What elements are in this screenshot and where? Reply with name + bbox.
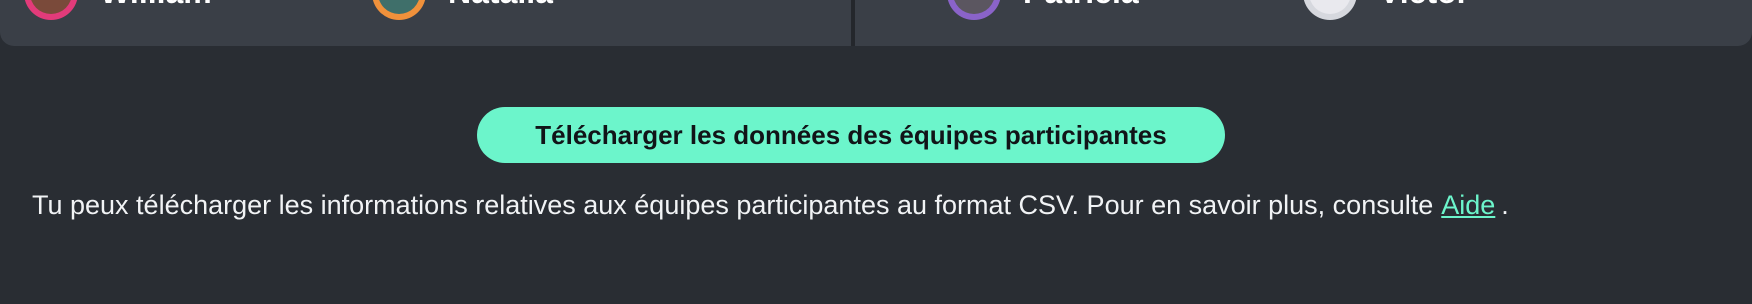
export-info: Tu peux télécharger les informations rel… [32, 188, 1732, 222]
member-name: Natalia [448, 0, 553, 8]
team-member[interactable]: Victor [1303, 0, 1469, 20]
help-link[interactable]: Aide [1441, 190, 1495, 220]
member-name: Patricia [1023, 0, 1139, 8]
team-card-right: Patricia Victor [855, 0, 1752, 46]
avatar [1303, 0, 1357, 20]
info-trailing: . [1501, 190, 1509, 220]
export-section: Télécharger les données des équipes part… [0, 46, 1752, 304]
export-info-text: Tu peux télécharger les informations rel… [32, 190, 1434, 220]
download-teams-button[interactable]: Télécharger les données des équipes part… [477, 107, 1225, 163]
member-name: Victor [1379, 0, 1469, 8]
team-strip: William Natalia Patricia Victor [0, 0, 1752, 46]
avatar [947, 0, 1001, 20]
member-name: William [100, 0, 212, 8]
team-card-left: William Natalia [0, 0, 851, 46]
team-member[interactable]: William [24, 0, 212, 20]
team-member[interactable]: Patricia [947, 0, 1139, 20]
avatar [372, 0, 426, 20]
team-member[interactable]: Natalia [372, 0, 553, 20]
avatar [24, 0, 78, 20]
